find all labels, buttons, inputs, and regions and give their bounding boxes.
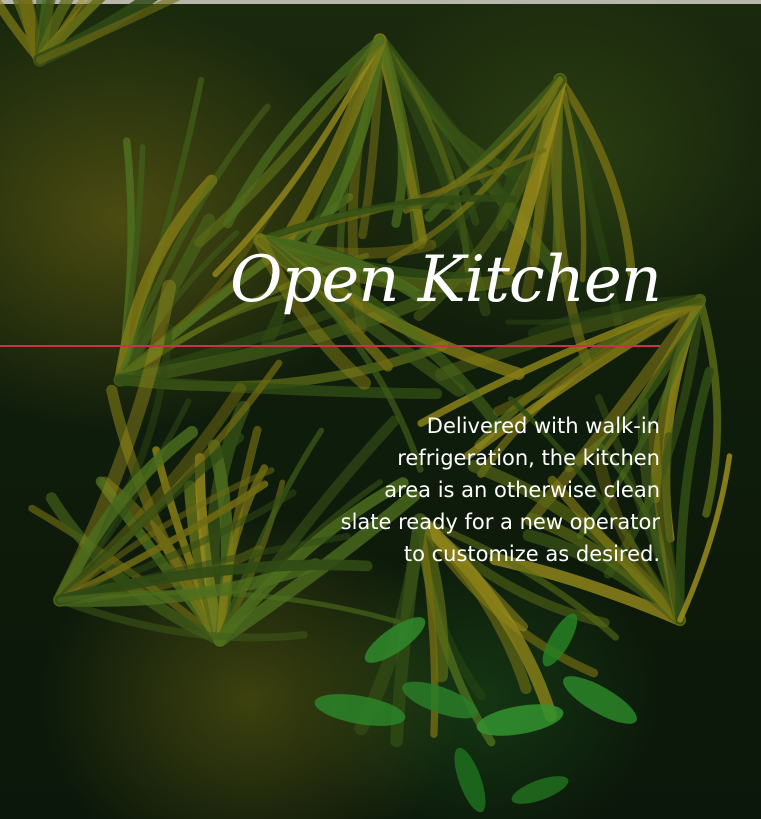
description-line: slate ready for a new operator (340, 510, 660, 534)
green-leaf (563, 676, 637, 724)
hero-section: Open Kitchen Delivered with walk-in refr… (0, 0, 761, 819)
description-line: to customize as desired. (403, 542, 660, 566)
description-line: area is an otherwise clean (384, 478, 660, 502)
description-line: refrigeration, the kitchen (397, 446, 660, 470)
section-description: Delivered with walk-in refrigeration, th… (240, 410, 660, 570)
section-title: Open Kitchen (229, 243, 662, 317)
green-leaf (454, 747, 486, 813)
accent-divider (0, 345, 660, 347)
green-leaf (511, 776, 569, 804)
description-line: Delivered with walk-in (426, 414, 660, 438)
